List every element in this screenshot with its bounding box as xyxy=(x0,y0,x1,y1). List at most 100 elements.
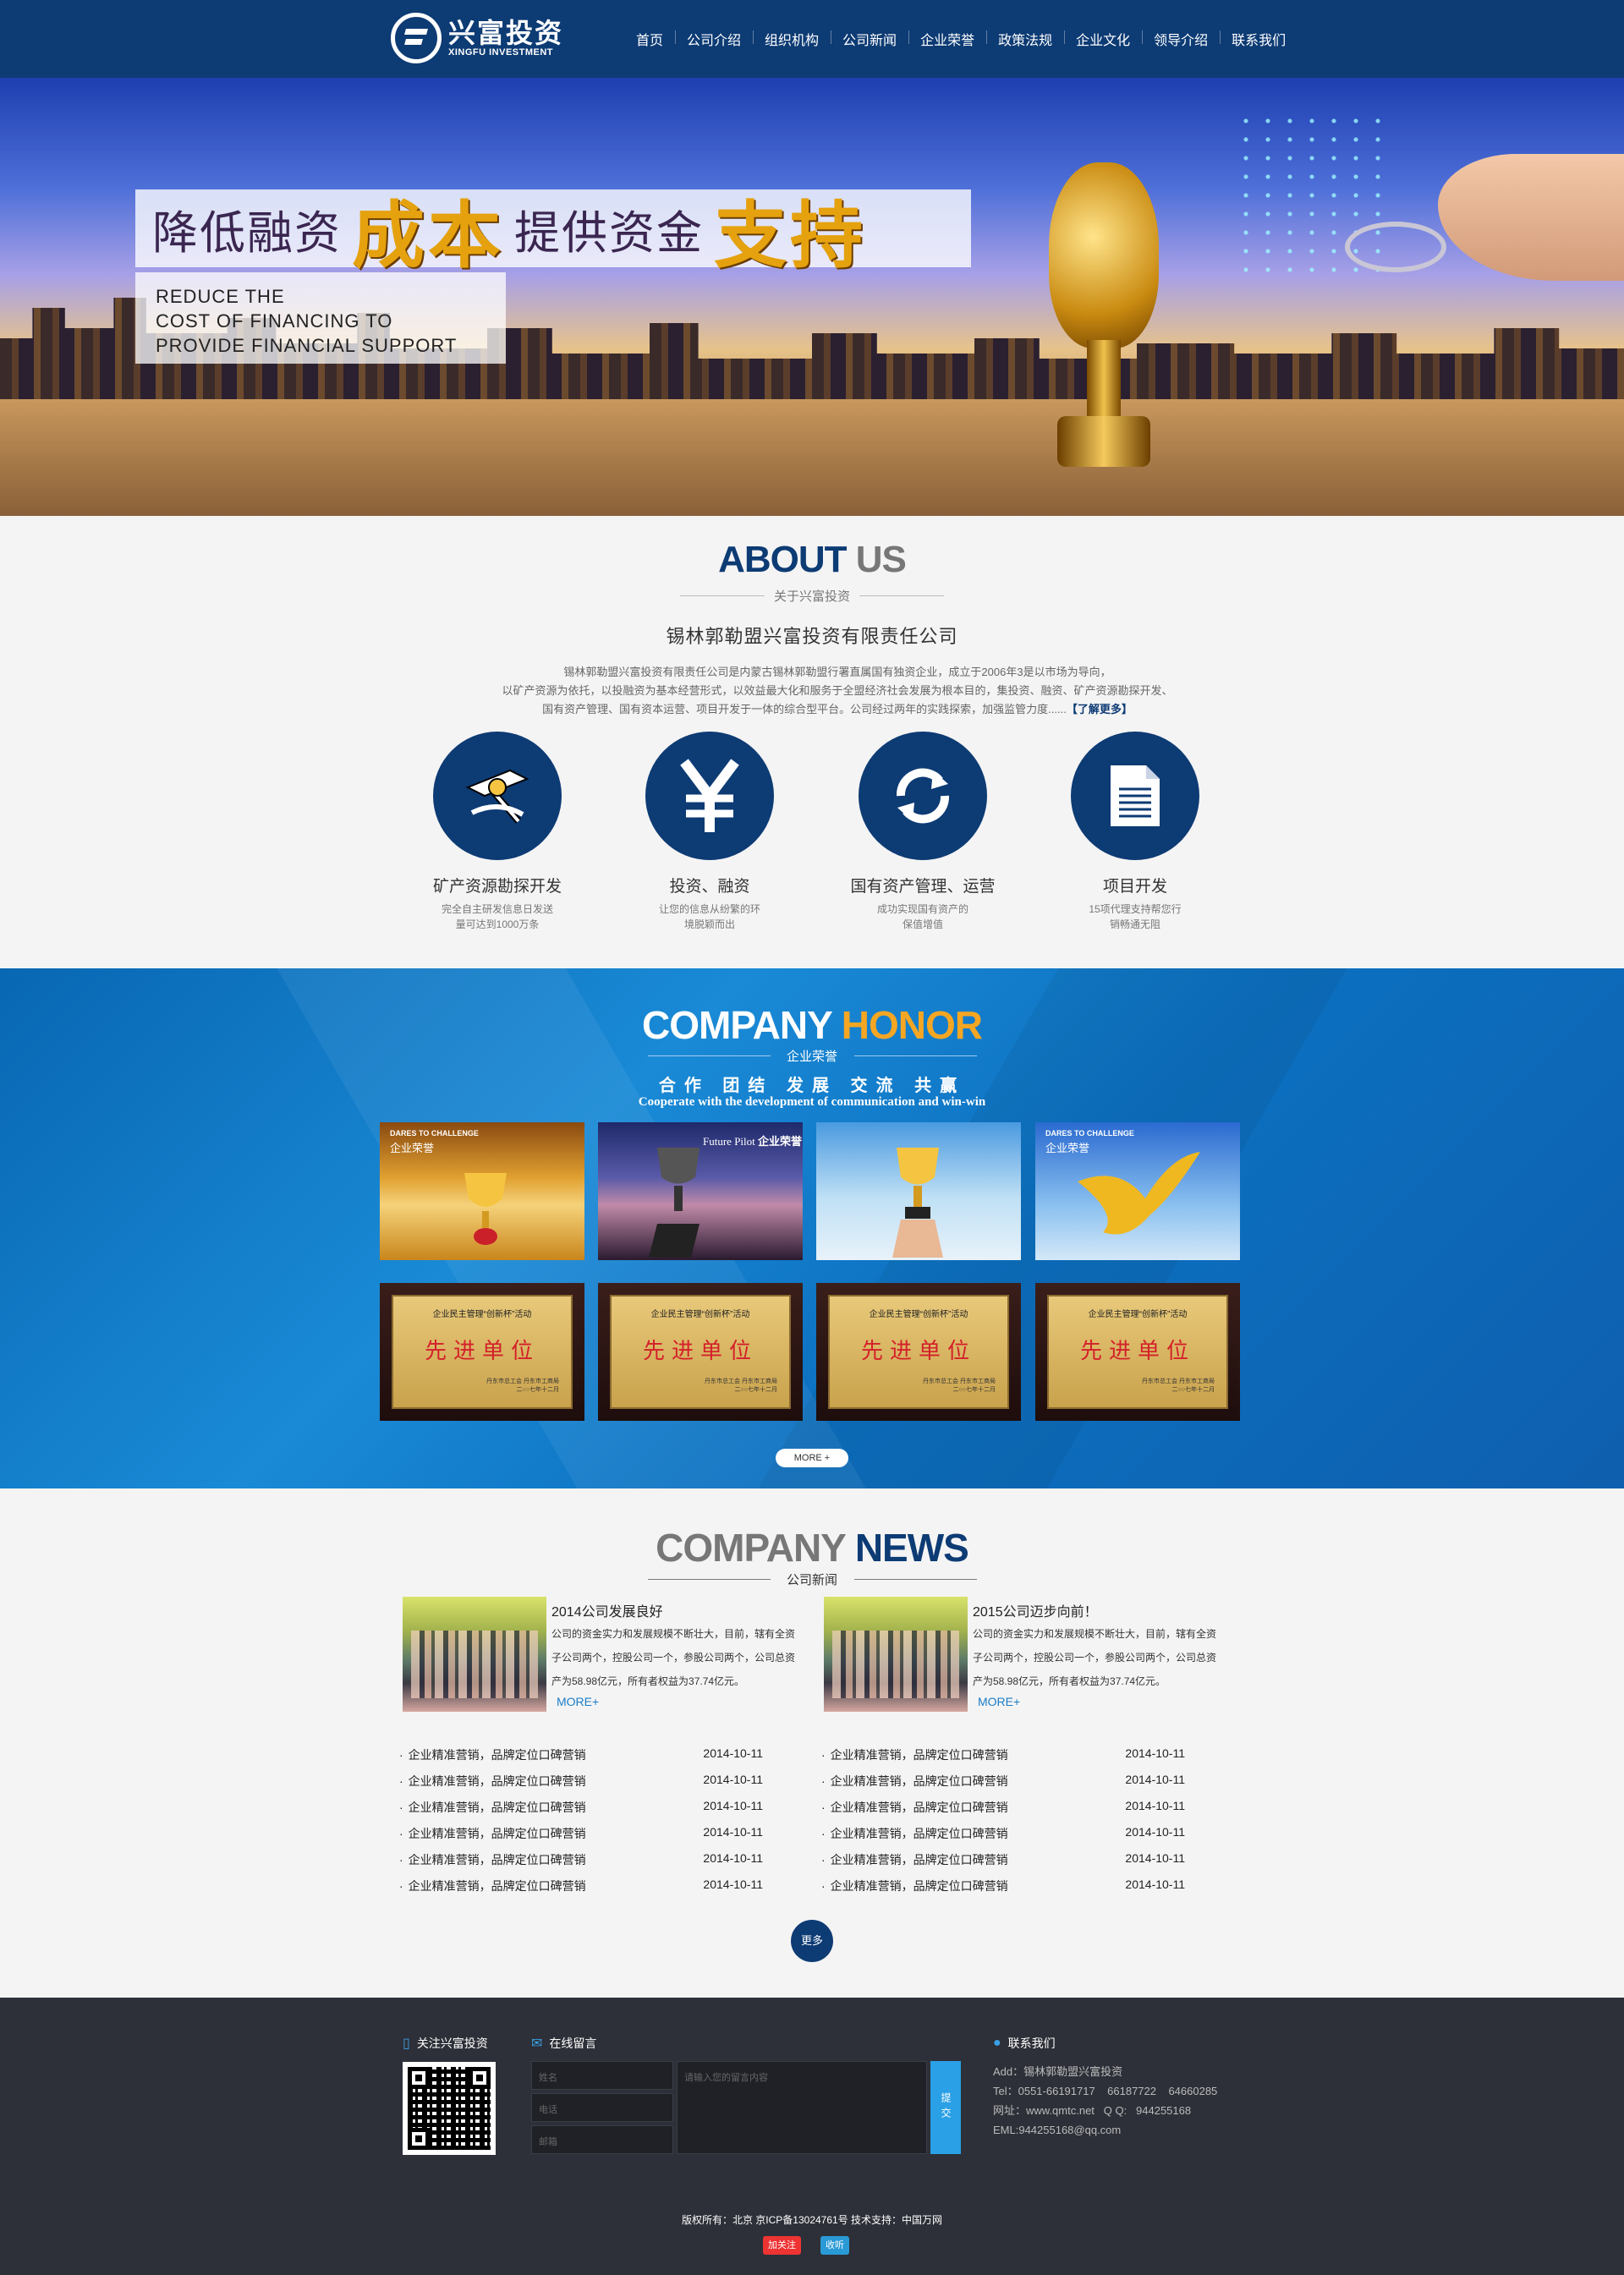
news-list-item[interactable]: · 企业精准营销，品牌定位口碑营销 2014-10-11 xyxy=(821,1878,1227,1904)
honor-slogan: 合作 团结 发展 交流 共赢 xyxy=(658,1077,966,1095)
news-list-item[interactable]: · 企业精准营销，品牌定位口碑营销 2014-10-11 xyxy=(399,1825,805,1851)
nav-policy[interactable]: 政策法规 xyxy=(986,29,1064,49)
banner-text-4: 支持 xyxy=(714,195,866,277)
email-input[interactable]: 邮箱 xyxy=(531,2125,673,2154)
news-list-left: · 企业精准营销，品牌定位口碑营销 2014-10-11 · 企业精准营销，品牌定位口碑… xyxy=(399,1746,805,1904)
banner-text-1: 降低融资 xyxy=(152,207,342,259)
news-list-title[interactable]: 企业精准营销，品牌定位口碑营销 xyxy=(409,1801,586,1814)
news-list-item[interactable]: · 企业精准营销，品牌定位口碑营销 2014-10-11 xyxy=(821,1799,1227,1825)
news-list-title[interactable]: 企业精准营销，品牌定位口碑营销 xyxy=(831,1827,1008,1840)
phone-icon: ▯ xyxy=(403,2037,410,2051)
nav-organization[interactable]: 组织机构 xyxy=(753,29,831,49)
banner-en-3: PROVIDE FINANCIAL SUPPORT xyxy=(156,335,458,356)
copyright: 版权所有：北京 京ICP备13024761号 技术支持：中国万网 xyxy=(681,2214,943,2226)
nav-culture[interactable]: 企业文化 xyxy=(1064,29,1142,49)
news-more-link[interactable]: MORE+ xyxy=(557,1695,599,1708)
news-title: COMPANY NEWS xyxy=(656,1526,969,1570)
news-list-item[interactable]: · 企业精准营销，品牌定位口碑营销 2014-10-11 xyxy=(399,1851,805,1878)
message-heading: ✉ 在线留言 xyxy=(531,2037,597,2051)
about-company-name: 锡林郭勒盟兴富投资有限责任公司 xyxy=(666,626,958,647)
news-thumbnail[interactable] xyxy=(824,1597,968,1712)
news-list-title[interactable]: 企业精准营销，品牌定位口碑营销 xyxy=(409,1879,586,1893)
logo-text-cn: 兴富投资 xyxy=(448,18,564,48)
about-title: ABOUT US xyxy=(718,539,907,580)
news-list-date: 2014-10-11 xyxy=(1125,1851,1185,1865)
honor-slogan-en: Cooperate with the development of commun… xyxy=(638,1095,986,1109)
contact-heading: ● 联系我们 xyxy=(993,2036,1056,2050)
news-list-item[interactable]: · 企业精准营销，品牌定位口碑营销 2014-10-11 xyxy=(399,1878,805,1904)
news-list-date: 2014-10-11 xyxy=(1125,1825,1185,1839)
news-list-date: 2014-10-11 xyxy=(1125,1773,1185,1786)
honor-photo-4[interactable]: DARES TO CHALLENGE 企业荣誉 xyxy=(1035,1122,1240,1260)
news-list-date: 2014-10-11 xyxy=(703,1825,763,1839)
plaza-floor xyxy=(0,399,1624,516)
trophy-image xyxy=(1023,129,1184,501)
name-input[interactable]: 姓名 xyxy=(531,2061,673,2090)
honor-section: COMPANY HONOR 企业荣誉 合作 团结 发展 交流 共赢 Cooper… xyxy=(0,968,1624,1488)
news-list-title[interactable]: 企业精准营销，品牌定位口碑营销 xyxy=(831,1853,1008,1867)
honor-plaque-2[interactable]: 企业民主管理“创新杯”活动 先进单位 丹东市总工会 丹东市工商局 二○○七年十二月 xyxy=(598,1283,803,1421)
nav-honor[interactable]: 企业荣誉 xyxy=(908,29,986,49)
news-more-link[interactable]: MORE+ xyxy=(978,1695,1020,1708)
news-list-item[interactable]: · 企业精准营销，品牌定位口碑营销 2014-10-11 xyxy=(821,1825,1227,1851)
service-investment[interactable]: 投资、融资 让您的信息从纷繁的环 境脱颖而出 xyxy=(625,732,794,932)
service-desc: 15项代理支持帮您行 销畅通无阻 xyxy=(1089,903,1182,930)
news-list-title[interactable]: 企业精准营销，品牌定位口碑营销 xyxy=(831,1801,1008,1814)
honor-plaque-1[interactable]: 企业民主管理“创新杯”活动 先进单位 丹东市总工会 丹东市工商局 二○○七年十二月 xyxy=(380,1283,584,1421)
service-mining[interactable]: 矿产资源勘探开发 完全自主研发信息日发送 量可达到1000万条 xyxy=(413,732,582,932)
news-list-item[interactable]: · 企业精准营销，品牌定位口碑营销 2014-10-11 xyxy=(821,1851,1227,1878)
service-name: 矿产资源勘探开发 xyxy=(432,878,562,896)
news-list-title[interactable]: 企业精准营销，品牌定位口碑营销 xyxy=(831,1748,1008,1762)
refresh-icon xyxy=(859,732,987,860)
hero-banner[interactable]: 降低融资 成本 提供资金 支持 REDUCE THE COST OF FINAN… xyxy=(0,78,1624,516)
banner-english: REDUCE THE COST OF FINANCING TO PROVIDE … xyxy=(135,272,506,364)
about-more-link[interactable]: 【了解更多】 xyxy=(1067,703,1133,715)
contact-info: Add：锡林郭勒盟兴富投资 Tel：0551-66191717 66187722… xyxy=(993,2065,1218,2136)
news-thumbnail[interactable] xyxy=(403,1597,546,1712)
honor-plaque-4[interactable]: 企业民主管理“创新杯”活动 先进单位 丹东市总工会 丹东市工商局 二○○七年十二月 xyxy=(1035,1283,1240,1421)
news-list-item[interactable]: · 企业精准营销，品牌定位口碑营销 2014-10-11 xyxy=(399,1746,805,1773)
about-description: 锡林郭勒盟兴富投资有限责任公司是内蒙古锡林郭勒盟行署直属国有独资企业，成立于20… xyxy=(502,666,1173,715)
news-list-title[interactable]: 企业精准营销，品牌定位口碑营销 xyxy=(409,1853,586,1867)
phone-input[interactable]: 电话 xyxy=(531,2093,673,2122)
key-image xyxy=(1345,222,1446,272)
news-summary: 公司的资金实力和发展规模不断壮大，目前，辖有全资子公司两个，控股公司一个，参股公… xyxy=(973,1628,1217,1687)
submit-button[interactable]: 提交 xyxy=(930,2061,961,2154)
news-list-item[interactable]: · 企业精准营销，品牌定位口碑营销 2014-10-11 xyxy=(821,1746,1227,1773)
news-list-date: 2014-10-11 xyxy=(1125,1799,1185,1812)
message-textarea[interactable]: 请输入您的留言内容 xyxy=(677,2061,927,2154)
news-list-title[interactable]: 企业精准营销，品牌定位口碑营销 xyxy=(831,1879,1008,1893)
banner-text-3: 提供资金 xyxy=(514,207,704,259)
weibo-follow-button[interactable]: 加关注 xyxy=(763,2236,801,2255)
news-headline[interactable]: 2014公司发展良好 xyxy=(551,1600,663,1620)
news-list-title[interactable]: 企业精准营销，品牌定位口碑营销 xyxy=(409,1774,586,1788)
nav-contact[interactable]: 联系我们 xyxy=(1220,29,1298,49)
honor-plaque-3[interactable]: 企业民主管理“创新杯”活动 先进单位 丹东市总工会 丹东市工商局 二○○七年十二月 xyxy=(816,1283,1021,1421)
honor-photo-3[interactable] xyxy=(816,1122,1021,1260)
featured-news-2[interactable]: 2015公司迈步向前！ 公司的资金实力和发展规模不断壮大，目前，辖有全资子公司两… xyxy=(824,1597,1221,1715)
nav-company-intro[interactable]: 公司介绍 xyxy=(675,29,753,49)
news-list-title[interactable]: 企业精准营销，品牌定位口碑营销 xyxy=(831,1774,1008,1788)
news-list-item[interactable]: · 企业精准营销，品牌定位口碑营销 2014-10-11 xyxy=(399,1799,805,1825)
news-list-date: 2014-10-11 xyxy=(703,1878,763,1891)
news-more-button[interactable]: 更多 xyxy=(791,1920,833,1962)
service-asset-management[interactable]: 国有资产管理、运营 成功实现国有资产的 保值增值 xyxy=(838,732,1007,932)
news-list-date: 2014-10-11 xyxy=(703,1746,763,1760)
featured-news-1[interactable]: 2014公司发展良好 公司的资金实力和发展规模不断壮大，目前，辖有全资子公司两个… xyxy=(403,1597,800,1715)
honor-photo-1[interactable]: DARES TO CHALLENGE 企业荣誉 xyxy=(380,1122,584,1260)
nav-news[interactable]: 公司新闻 xyxy=(831,29,908,49)
news-list-title[interactable]: 企业精准营销，品牌定位口碑营销 xyxy=(409,1748,586,1762)
news-list-item[interactable]: · 企业精准营销，品牌定位口碑营销 2014-10-11 xyxy=(821,1773,1227,1799)
news-headline[interactable]: 2015公司迈步向前！ xyxy=(973,1600,1098,1620)
qr-code xyxy=(403,2062,496,2155)
nav-home[interactable]: 首页 xyxy=(624,29,675,49)
document-icon xyxy=(1071,732,1199,860)
news-list-item[interactable]: · 企业精准营销，品牌定位口碑营销 2014-10-11 xyxy=(399,1773,805,1799)
nav-leaders[interactable]: 领导介绍 xyxy=(1142,29,1220,49)
news-list-title[interactable]: 企业精准营销，品牌定位口碑营销 xyxy=(409,1827,586,1840)
listen-button[interactable]: 收听 xyxy=(820,2236,849,2255)
logo[interactable]: 兴富投资 XINGFU INVESTMENT xyxy=(391,10,568,66)
service-project-development[interactable]: 项目开发 15项代理支持帮您行 销畅通无阻 xyxy=(1051,732,1220,932)
honor-more-button[interactable]: MORE + xyxy=(776,1449,848,1467)
honor-photo-2[interactable]: Future Pilot 企业荣誉 xyxy=(598,1122,803,1260)
